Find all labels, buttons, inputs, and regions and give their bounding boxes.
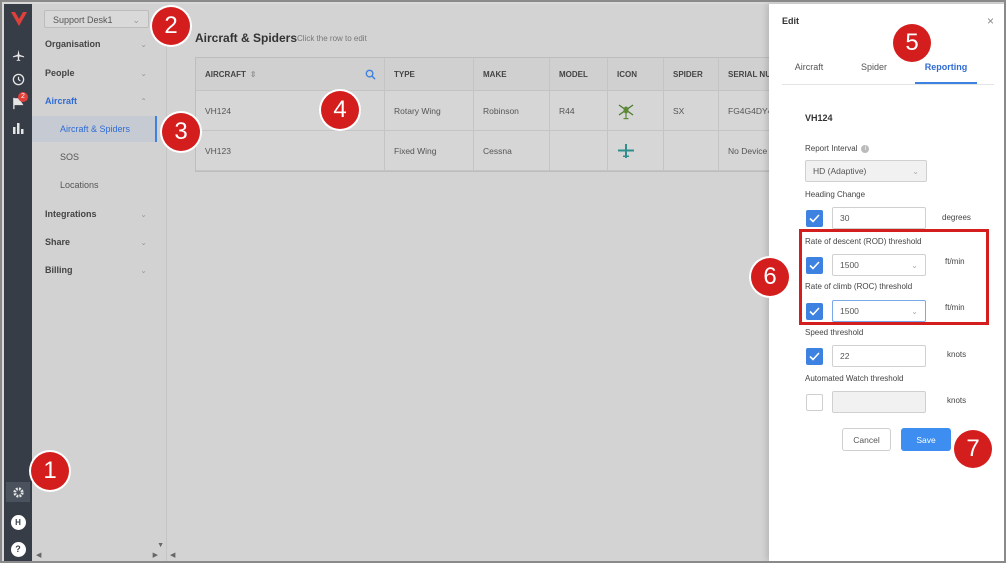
sort-icon[interactable]: ⇕	[250, 70, 257, 79]
callout-3: 3	[162, 113, 200, 151]
watch-checkbox[interactable]	[806, 394, 823, 411]
sidebar-scrollbar[interactable]: ◀ ▶	[36, 551, 158, 559]
col-model[interactable]: MODEL	[550, 58, 608, 90]
heading-change-checkbox[interactable]	[806, 210, 823, 227]
chevron-up-icon: ⌃	[140, 96, 147, 106]
scroll-left-arrow[interactable]: ◀	[36, 551, 41, 559]
heading-change-label: Heading Change	[805, 190, 866, 199]
cell-type: Fixed Wing	[385, 131, 474, 170]
highlight-box	[799, 229, 989, 325]
callout-4: 4	[321, 91, 359, 129]
helicopter-icon	[618, 103, 634, 119]
nav-sos[interactable]: SOS	[32, 144, 157, 170]
avatar[interactable]: H	[8, 512, 28, 532]
flag-icon[interactable]: 2	[8, 92, 28, 113]
col-spider[interactable]: SPIDER	[664, 58, 719, 90]
check-icon	[809, 214, 820, 223]
drawer-title: Edit	[782, 16, 799, 26]
nav-billing[interactable]: Billing ⌄	[32, 257, 167, 283]
col-type[interactable]: TYPE	[385, 58, 474, 90]
cell-icon	[608, 131, 664, 170]
cell-make: Robinson	[474, 91, 550, 130]
page-hint: Click the row to edit	[297, 34, 367, 43]
chevron-down-icon: ⌄	[140, 237, 147, 247]
aircraft-table: AIRCRAFT ⇕ TYPE MAKE MODEL ICON SPIDER S…	[195, 57, 775, 172]
cell-spider: SX	[664, 91, 719, 130]
callout-1: 1	[31, 452, 69, 490]
cell-model	[550, 131, 608, 170]
nav-locations[interactable]: Locations	[32, 172, 157, 198]
close-icon[interactable]: ×	[987, 14, 994, 28]
nav-integrations[interactable]: Integrations ⌄	[32, 201, 167, 227]
cell-icon	[608, 91, 664, 130]
chevron-down-icon: ⌄	[140, 265, 147, 275]
aircraft-registration: VH124	[805, 113, 833, 123]
info-icon[interactable]: i	[861, 144, 870, 153]
chevron-down-icon: ⌄	[140, 209, 147, 219]
callout-7: 7	[954, 430, 992, 468]
heading-change-unit: degrees	[942, 213, 971, 222]
tab-spider[interactable]: Spider	[857, 62, 891, 72]
plane-icon[interactable]	[8, 45, 28, 65]
search-icon[interactable]	[365, 69, 376, 80]
history-icon[interactable]	[8, 69, 28, 89]
app-window: 2 H ? Support Desk1 ⌄ Organisation ⌄ Peop…	[0, 0, 1006, 563]
heading-change-input[interactable]: 30	[832, 207, 926, 229]
chevron-down-icon: ⌄	[140, 39, 147, 49]
help-icon[interactable]: ?	[8, 539, 28, 559]
table-header: AIRCRAFT ⇕ TYPE MAKE MODEL ICON SPIDER S…	[196, 58, 774, 91]
cell-aircraft: VH123	[196, 131, 385, 170]
report-interval-label: Report Interval i	[805, 144, 870, 153]
cancel-button[interactable]: Cancel	[842, 428, 891, 451]
cell-model: R44	[550, 91, 608, 130]
col-aircraft[interactable]: AIRCRAFT ⇕	[196, 58, 385, 90]
chevron-down-icon: ⌄	[912, 166, 919, 176]
airplane-icon	[618, 143, 634, 158]
scroll-right-arrow[interactable]: ▶	[153, 551, 158, 559]
chevron-down-icon: ⌄	[132, 15, 140, 25]
main-content: Aircraft & Spiders Click the row to edit…	[167, 4, 775, 561]
chevron-down-icon: ⌄	[140, 68, 147, 78]
cell-spider	[664, 131, 719, 170]
nav-aircraft-spiders[interactable]: Aircraft & Spiders	[32, 116, 157, 142]
table-row[interactable]: VH124 Rotary Wing Robinson R44 SX FG4G4D…	[196, 91, 774, 131]
scroll-left-arrow[interactable]: ◀	[170, 551, 175, 559]
speed-input[interactable]: 22	[832, 345, 926, 367]
nav-aircraft[interactable]: Aircraft ⌃	[32, 88, 167, 114]
tab-divider	[782, 84, 994, 85]
col-make[interactable]: MAKE	[474, 58, 550, 90]
speed-checkbox[interactable]	[806, 348, 823, 365]
tab-reporting[interactable]: Reporting	[915, 62, 977, 72]
cell-type: Rotary Wing	[385, 91, 474, 130]
workspace-select[interactable]: Support Desk1 ⌄	[44, 10, 149, 28]
check-icon	[809, 352, 820, 361]
nav-organisation[interactable]: Organisation ⌄	[32, 31, 167, 57]
scroll-down-arrow[interactable]: ▼	[157, 542, 164, 549]
callout-2: 2	[152, 7, 190, 45]
watch-input[interactable]	[832, 391, 926, 413]
notification-badge: 2	[18, 92, 28, 102]
active-tab-indicator	[915, 82, 977, 84]
app-logo	[11, 12, 27, 26]
speed-label: Speed threshold	[805, 328, 864, 337]
col-icon[interactable]: ICON	[608, 58, 664, 90]
cell-make: Cessna	[474, 131, 550, 170]
nav-share[interactable]: Share ⌄	[32, 229, 167, 255]
tab-aircraft[interactable]: Aircraft	[791, 62, 827, 72]
save-button[interactable]: Save	[901, 428, 951, 451]
table-row[interactable]: VH123 Fixed Wing Cessna No Device A	[196, 131, 775, 171]
page-title: Aircraft & Spiders	[195, 31, 298, 45]
speed-unit: knots	[947, 350, 967, 359]
callout-6: 6	[751, 258, 789, 296]
icon-rail: 2 H ?	[4, 4, 32, 561]
report-interval-select[interactable]: HD (Adaptive) ⌄	[805, 160, 927, 182]
watch-unit: knots	[947, 396, 967, 405]
bar-chart-icon[interactable]	[8, 118, 28, 138]
gear-icon[interactable]	[6, 482, 30, 502]
nav-people[interactable]: People ⌄	[32, 60, 167, 86]
callout-5: 5	[893, 24, 931, 62]
watch-label: Automated Watch threshold	[805, 374, 904, 383]
